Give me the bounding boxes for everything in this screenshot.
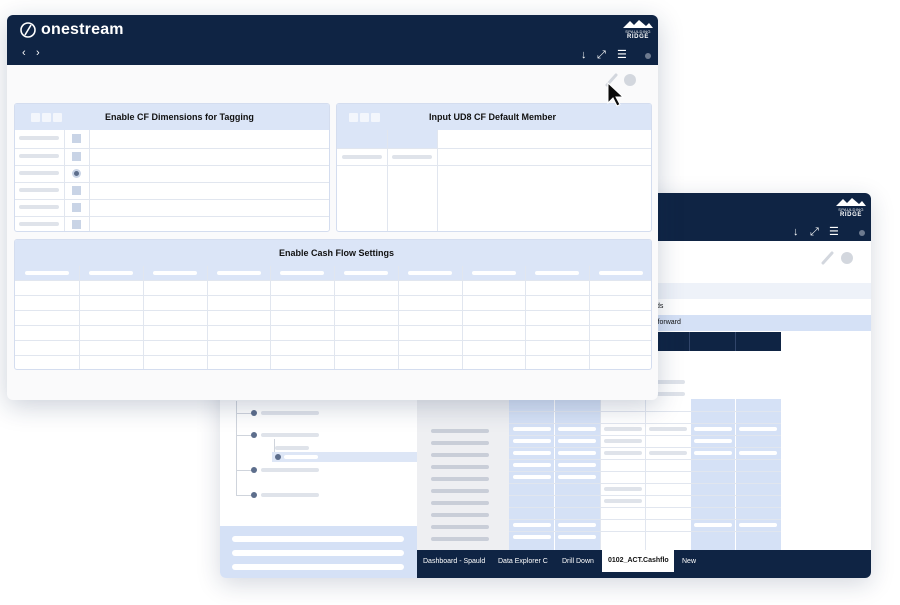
mouse-cursor-icon	[607, 81, 625, 107]
tab-data-explorer[interactable]: Data Explorer C	[498, 558, 548, 565]
brand-name: onestream	[41, 21, 124, 38]
tree-node[interactable]	[251, 410, 257, 416]
row-radio-selected[interactable]	[72, 169, 81, 178]
tab-bar: Dashboard - Spauld Data Explorer C Drill…	[417, 550, 871, 578]
tree-node[interactable]	[275, 454, 281, 460]
row-checkbox[interactable]	[72, 220, 81, 229]
forward-arrow-icon[interactable]: ›	[36, 48, 40, 59]
left-footer-panel	[220, 526, 417, 578]
tab-new[interactable]: New	[682, 558, 696, 565]
panel-header: Input UD8 CF Default Member	[337, 104, 651, 130]
panel-cash-flow-settings: Enable Cash Flow Settings	[14, 239, 652, 370]
row-checkbox[interactable]	[72, 203, 81, 212]
info-icon[interactable]	[645, 53, 651, 59]
back-arrow-icon[interactable]: ‹	[22, 48, 26, 59]
panel-ud8-default: Input UD8 CF Default Member	[336, 103, 652, 232]
onestream-logo-icon	[20, 22, 36, 38]
status-circle-icon	[841, 252, 853, 264]
tree-node[interactable]	[251, 467, 257, 473]
expand-icon[interactable]: ⤢	[810, 227, 819, 238]
menu-icon[interactable]: ☰	[617, 50, 627, 61]
panel-title: Input UD8 CF Default Member	[429, 112, 557, 122]
panel-title: Enable CF Dimensions for Tagging	[105, 112, 254, 122]
grid-column-header	[644, 332, 781, 351]
panel-header: Enable Cash Flow Settings	[15, 240, 651, 266]
tree-panel	[220, 399, 417, 529]
row-checkbox[interactable]	[72, 152, 81, 161]
partner-logo: SPAULDING RIDGE	[622, 19, 654, 41]
tree-node[interactable]	[251, 492, 257, 498]
panel-header: Enable CF Dimensions for Tagging	[15, 104, 329, 130]
menu-icon[interactable]: ☰	[829, 227, 839, 238]
front-dashboard-window: onestream ‹ › SPAULDING RIDGE ↓ ⤢ ☰ Enab…	[7, 15, 658, 400]
tab-dashboard[interactable]: Dashboard - Spauld	[423, 558, 485, 565]
download-icon[interactable]: ↓	[581, 50, 587, 61]
tab-drill-down[interactable]: Drill Down	[562, 558, 594, 565]
row-checkbox[interactable]	[72, 134, 81, 143]
tab-cashflow-active[interactable]: 0102_ACT.Cashflo	[602, 550, 674, 572]
row-checkbox[interactable]	[72, 186, 81, 195]
panel-title: Enable Cash Flow Settings	[279, 248, 395, 258]
expand-icon[interactable]: ⤢	[597, 50, 606, 61]
partner-logo: SPAULDING RIDGE	[835, 197, 867, 219]
front-window-header: onestream ‹ › SPAULDING RIDGE ↓ ⤢ ☰	[7, 15, 658, 65]
panel-cf-dimensions: Enable CF Dimensions for Tagging	[14, 103, 330, 232]
info-icon[interactable]	[859, 230, 865, 236]
grid-row-labels	[417, 399, 509, 550]
pencil-icon[interactable]	[821, 251, 835, 265]
tree-node[interactable]	[251, 432, 257, 438]
download-icon[interactable]: ↓	[793, 227, 799, 238]
data-grid	[509, 399, 781, 550]
